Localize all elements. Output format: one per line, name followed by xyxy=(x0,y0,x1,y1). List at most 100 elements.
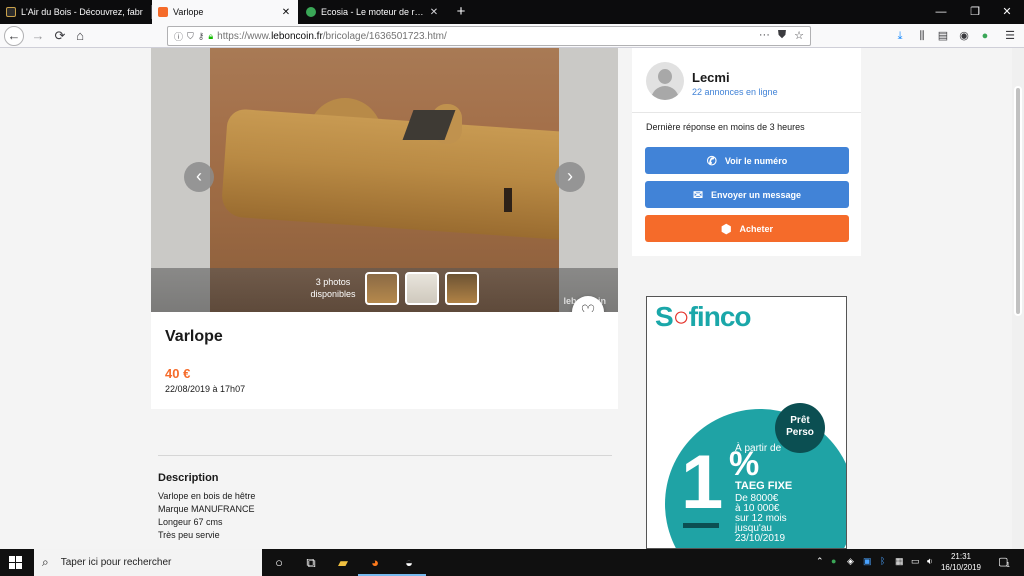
seller-divider xyxy=(632,112,861,113)
url-path: /bricolage/1636501723.htm/ xyxy=(322,30,447,42)
taskbar-search-box[interactable]: ⌕ Taper ici pour rechercher xyxy=(34,549,262,576)
browser-tab-bar: L'Air du Bois - Découvrez, fabr Varlope … xyxy=(0,0,1024,24)
phone-icon: ✆ xyxy=(706,153,717,168)
ad-date: 22/08/2019 à 17h07 xyxy=(165,384,246,394)
ad-info-card: Varlope 40 € 22/08/2019 à 17h07 xyxy=(151,312,618,409)
firefox-taskbar-icon[interactable]: ◕ xyxy=(358,549,392,576)
clock-date: 16/10/2019 xyxy=(940,563,982,572)
tray-app-icon[interactable]: ● xyxy=(831,556,836,566)
description-divider xyxy=(158,455,612,456)
reply-time: ◷ Dernière réponse en moins de 3 heures xyxy=(646,122,805,132)
close-tab-icon[interactable]: ✕ xyxy=(280,7,292,18)
ecosia-favicon-icon xyxy=(306,7,316,17)
windows-start-button[interactable] xyxy=(0,549,30,576)
tracking-shield-icon[interactable]: ⛉ xyxy=(187,31,194,42)
rate-underline xyxy=(683,523,719,528)
url-host: leboncoin.fr xyxy=(271,30,323,42)
show-hidden-icons[interactable]: ⌃ xyxy=(816,556,824,567)
photo-thumbnail[interactable] xyxy=(445,272,479,305)
send-message-label: Envoyer un message xyxy=(711,189,802,200)
pocket-icon[interactable]: ⛊ xyxy=(778,29,786,42)
forward-button[interactable]: → xyxy=(28,26,48,46)
photo-thumbnail[interactable] xyxy=(405,272,439,305)
buy-button[interactable]: ⬢ Acheter xyxy=(645,215,849,242)
description-line: Marque MANUFRANCE xyxy=(158,504,255,514)
volume-icon[interactable]: 🔉︎ xyxy=(927,556,933,567)
site-favicon-icon xyxy=(6,7,16,17)
restore-button[interactable]: ❐ xyxy=(958,0,992,24)
browser-nav-bar: ← → ⟳ ⌂ ⓘ ⛉ ⚷ 🔒︎ https://www. leboncoin.f… xyxy=(0,24,1024,48)
url-bar[interactable]: ⓘ ⛉ ⚷ 🔒︎ https://www. leboncoin.fr/bricol… xyxy=(167,26,811,46)
prev-photo-button[interactable]: ‹ xyxy=(184,162,214,192)
file-explorer-icon[interactable]: ▰ xyxy=(326,549,360,576)
seller-ads-count-link[interactable]: 22 annonces en ligne xyxy=(692,87,778,97)
taskbar-clock[interactable]: 21:31 16/10/2019 xyxy=(940,551,982,573)
url-prefix: https://www. xyxy=(217,30,272,42)
next-photo-button[interactable]: › xyxy=(555,162,585,192)
tray-security-icon[interactable]: ◈ xyxy=(847,556,854,567)
page-scrollbar[interactable] xyxy=(1012,48,1024,549)
tab-varlope[interactable]: Varlope ✕ xyxy=(152,0,298,24)
close-tab-icon[interactable]: ✕ xyxy=(428,7,440,18)
home-button[interactable]: ⌂ xyxy=(70,26,90,46)
library-icon[interactable]: ⫼ xyxy=(914,28,930,44)
task-view-icon[interactable]: ⧉ xyxy=(294,549,328,576)
bookmark-star-icon[interactable]: ☆ xyxy=(794,29,804,42)
banner-text: TAEG FIXE xyxy=(735,480,793,492)
app-taskbar-icon[interactable]: ◒ xyxy=(392,549,426,576)
tab-title: L'Air du Bois - Découvrez, fabr xyxy=(21,7,143,17)
sofinco-ad-banner[interactable]: S○finco Prêt Perso 1 % À partir de TAEG … xyxy=(646,296,847,549)
tab-title: Varlope xyxy=(173,7,204,17)
notification-count: 1 xyxy=(1006,562,1010,569)
extension-icon[interactable]: ● xyxy=(977,28,993,44)
cortana-icon[interactable]: ○ xyxy=(262,549,296,576)
description-line: Varlope en bois de hêtre xyxy=(158,491,256,501)
banner-text: À partir de xyxy=(735,443,782,454)
tray-app-icon[interactable]: ▦ xyxy=(895,556,904,567)
scrollbar-thumb[interactable] xyxy=(1014,86,1022,316)
tab-title: Ecosia - Le moteur de recherch xyxy=(321,7,428,17)
menu-icon[interactable]: ☰ xyxy=(1002,28,1018,44)
page-actions-icon[interactable]: ··· xyxy=(759,29,770,42)
photo-thumbnail[interactable] xyxy=(365,272,399,305)
buy-label: Acheter xyxy=(739,223,773,234)
seller-avatar[interactable] xyxy=(646,62,684,100)
reply-time-text: Dernière réponse en moins de 3 heures xyxy=(646,122,805,132)
photo-gallery[interactable]: ‹ › 3 photos disponibles leboncoin xyxy=(151,48,618,312)
windows-taskbar: ⌕ Taper ici pour rechercher ○ ⧉ ▰ ◕ ◒ ⌃ … xyxy=(0,549,1024,576)
account-icon[interactable]: ◉ xyxy=(956,28,972,44)
bluetooth-icon[interactable]: ᛒ xyxy=(880,556,885,566)
tab-ecosia[interactable]: Ecosia - Le moteur de recherch ✕ xyxy=(300,0,446,24)
pret-perso-badge: Prêt Perso xyxy=(775,403,825,453)
minimize-button[interactable]: — xyxy=(924,0,958,24)
seller-name[interactable]: Lecmi xyxy=(692,70,730,85)
seller-card: Lecmi 22 annonces en ligne ◷ Dernière ré… xyxy=(632,48,861,256)
sofinco-logo: S○finco xyxy=(655,301,751,332)
page-content: ‹ › 3 photos disponibles leboncoin ♡ Var… xyxy=(0,48,1024,549)
back-button[interactable]: ← xyxy=(4,26,24,46)
description-line: Très peu servie xyxy=(158,530,220,540)
key-icon[interactable]: ⚷ xyxy=(198,31,205,42)
show-phone-button[interactable]: ✆ Voir le numéro xyxy=(645,147,849,174)
description-line: Longeur 67 cms xyxy=(158,517,223,527)
tray-app-icon[interactable]: ▣ xyxy=(863,556,872,567)
reload-button[interactable]: ⟳ xyxy=(50,26,70,46)
send-message-button[interactable]: ✉ Envoyer un message xyxy=(645,181,849,208)
ad-price: 40 € xyxy=(165,366,191,381)
tab-lair-du-bois[interactable]: L'Air du Bois - Découvrez, fabr xyxy=(0,0,151,24)
package-icon: ⬢ xyxy=(721,221,732,236)
show-phone-label: Voir le numéro xyxy=(724,155,788,166)
new-tab-button[interactable]: + xyxy=(452,2,470,22)
banner-text: 23/10/2019 xyxy=(735,533,786,544)
close-window-button[interactable]: ✕ xyxy=(990,0,1024,24)
message-icon: ✉ xyxy=(692,187,703,202)
photos-count: 3 photos disponibles xyxy=(310,277,356,299)
network-icon[interactable]: ▭ xyxy=(911,556,920,567)
plane-slot xyxy=(504,188,512,212)
description-text: Varlope en bois de hêtre Marque MANUFRAN… xyxy=(158,490,255,542)
info-icon[interactable]: ⓘ xyxy=(174,30,183,43)
sidebar-icon[interactable]: ▤ xyxy=(935,28,951,44)
ad-title: Varlope xyxy=(165,328,223,345)
lock-icon[interactable]: 🔒︎ xyxy=(208,31,213,42)
download-icon[interactable]: ⤓ xyxy=(892,28,908,44)
